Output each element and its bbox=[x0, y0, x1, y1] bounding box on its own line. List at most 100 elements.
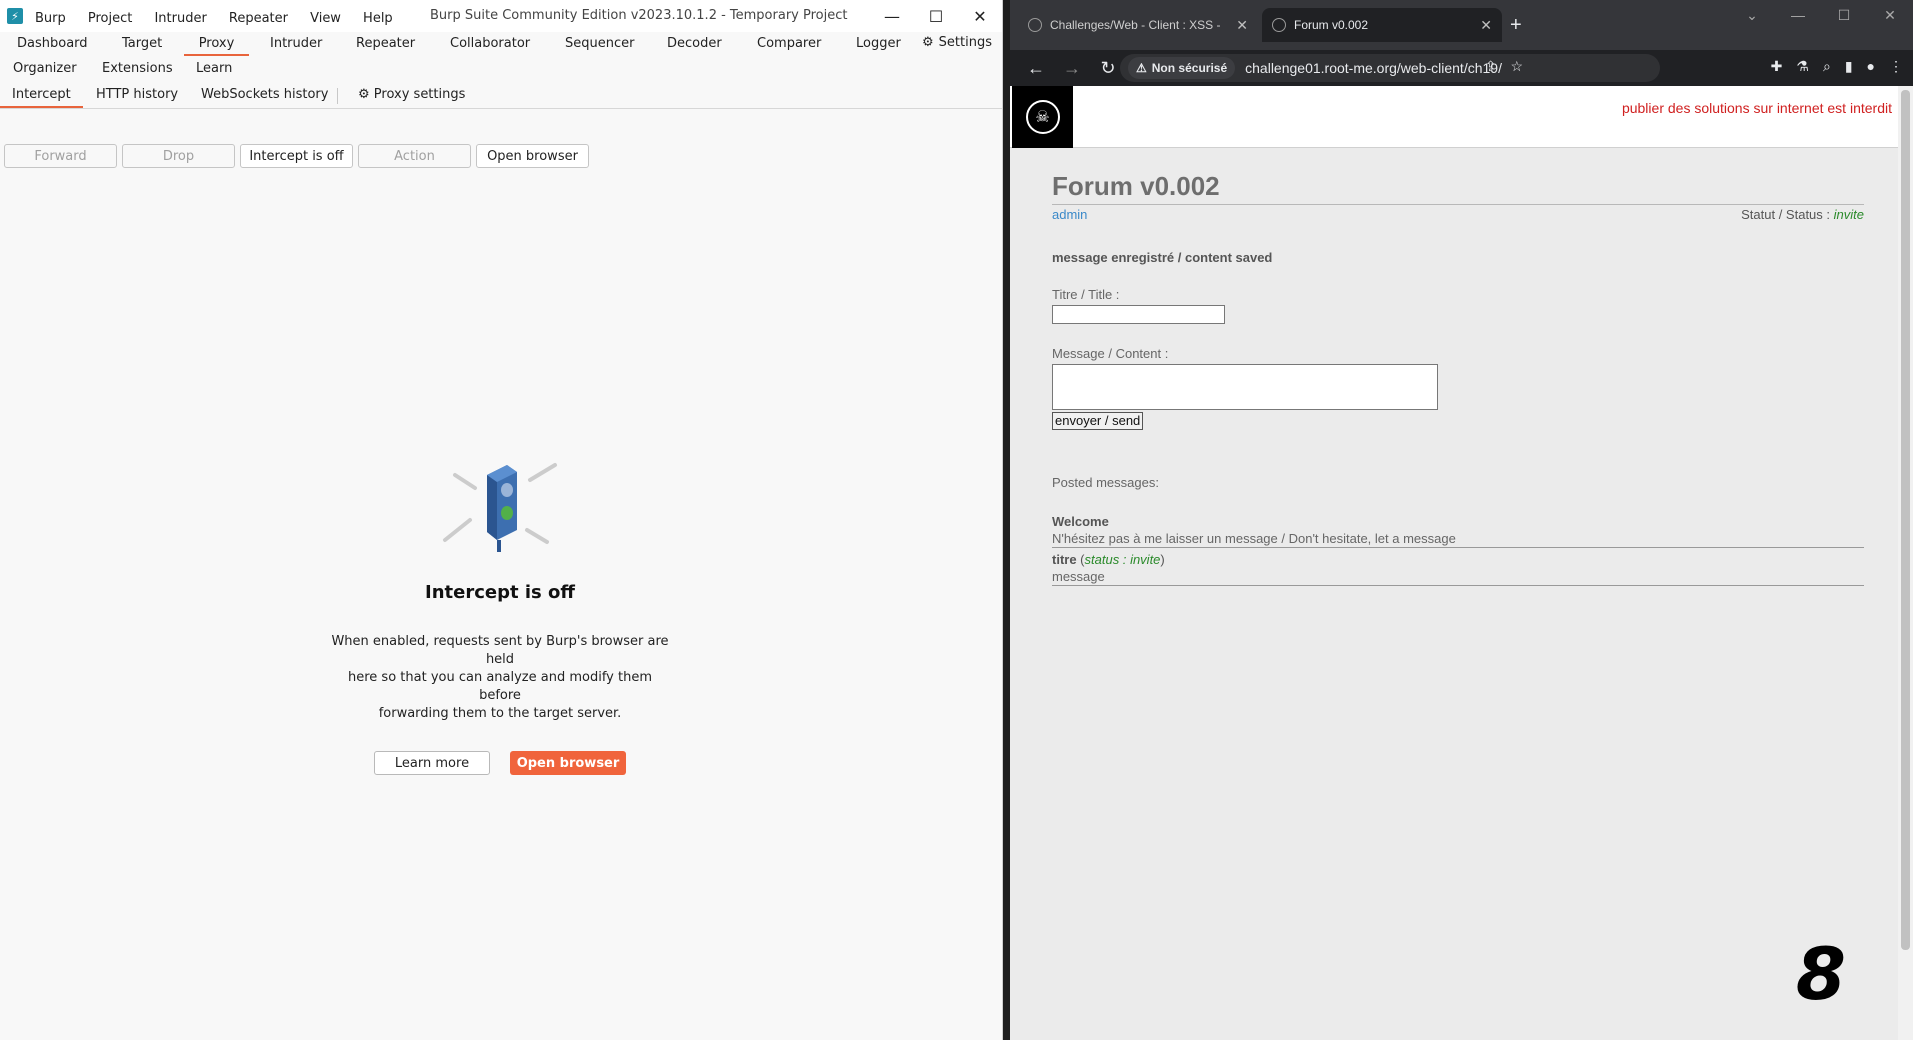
tab-dashboard[interactable]: Dashboard bbox=[17, 32, 88, 56]
extensions-icon[interactable]: ✚ bbox=[1771, 58, 1783, 75]
empty-actions: Learn more Open browser bbox=[300, 751, 700, 775]
burp-titlebar: ⚡ Burp Project Intruder Repeater View He… bbox=[0, 0, 1002, 32]
open-browser-button[interactable]: Open browser bbox=[476, 144, 589, 168]
proxy-settings-button[interactable]: ⚙ Proxy settings bbox=[346, 86, 477, 108]
browser-tab-forum[interactable]: Forum v0.002 ✕ bbox=[1262, 8, 1502, 42]
tab-learn[interactable]: Learn bbox=[196, 57, 232, 81]
address-bar[interactable]: ⚠ Non sécurisé challenge01.root-me.org/w… bbox=[1120, 54, 1660, 82]
page-scrollbar[interactable] bbox=[1898, 86, 1913, 1040]
menu-burp[interactable]: Burp bbox=[35, 11, 66, 26]
scrollbar-thumb[interactable] bbox=[1901, 90, 1910, 950]
minimize-icon[interactable]: — bbox=[870, 0, 914, 32]
tab-repeater[interactable]: Repeater bbox=[356, 32, 415, 56]
post-body: message bbox=[1052, 569, 1864, 586]
tab-search-icon[interactable]: ⌄ bbox=[1729, 0, 1775, 30]
forward-icon[interactable]: → bbox=[1062, 58, 1082, 79]
tab-collaborator[interactable]: Collaborator bbox=[450, 32, 530, 56]
close-tab-icon[interactable]: ✕ bbox=[1236, 17, 1248, 34]
profile-icon[interactable]: ● bbox=[1867, 58, 1875, 75]
post-title-text: titre bbox=[1052, 552, 1077, 567]
insecure-label: Non sécurisé bbox=[1151, 61, 1228, 75]
proxy-subtabs: Intercept HTTP history WebSockets histor… bbox=[0, 82, 1002, 109]
share-icon[interactable]: ⇪ bbox=[1485, 58, 1497, 75]
bookmark-star-icon[interactable]: ☆ bbox=[1510, 58, 1523, 75]
menu-project[interactable]: Project bbox=[88, 11, 132, 26]
description-line: When enabled, requests sent by Burp's br… bbox=[331, 634, 669, 667]
main-tabs: Dashboard Target Proxy Intruder Repeater… bbox=[0, 32, 1002, 82]
close-tab-icon[interactable]: ✕ bbox=[1480, 17, 1492, 34]
close-icon[interactable]: ✕ bbox=[1867, 0, 1913, 30]
subtab-websockets-history[interactable]: WebSockets history bbox=[189, 86, 340, 108]
tab-sequencer[interactable]: Sequencer bbox=[565, 32, 634, 56]
menu-help[interactable]: Help bbox=[363, 11, 393, 26]
tab-comparer[interactable]: Comparer bbox=[757, 32, 821, 56]
empty-description: When enabled, requests sent by Burp's br… bbox=[330, 633, 670, 723]
post-body: N'hésitez pas à me laisser un message / … bbox=[1052, 531, 1864, 548]
back-icon[interactable]: ← bbox=[1026, 58, 1046, 79]
chrome-tabbar: Challenges/Web - Client : XSS - ✕ Forum … bbox=[1010, 0, 1913, 50]
menu-view[interactable]: View bbox=[310, 11, 341, 26]
tab-decoder[interactable]: Decoder bbox=[667, 32, 722, 56]
user-link[interactable]: admin bbox=[1052, 207, 1087, 222]
tab-organizer[interactable]: Organizer bbox=[13, 57, 77, 81]
settings-button[interactable]: ⚙ Settings bbox=[922, 35, 992, 50]
url-text[interactable]: challenge01.root-me.org/web-client/ch19/ bbox=[1245, 60, 1502, 76]
title-input[interactable] bbox=[1052, 305, 1225, 324]
security-chip[interactable]: ⚠ Non sécurisé bbox=[1128, 57, 1236, 79]
post-title: Welcome bbox=[1052, 514, 1109, 529]
site-warning: publier des solutions sur internet est i… bbox=[1621, 100, 1892, 116]
minimize-icon[interactable]: — bbox=[1775, 0, 1821, 30]
browser-actions: ✚ ⚗ ⌕ ▮ ● ⋮ bbox=[1771, 58, 1903, 75]
warning-icon: ⚠ bbox=[1136, 61, 1147, 75]
message-textarea[interactable] bbox=[1052, 364, 1438, 410]
menu-repeater[interactable]: Repeater bbox=[229, 11, 288, 26]
tab-proxy[interactable]: Proxy bbox=[184, 32, 249, 56]
burp-logo-icon: ⚡ bbox=[7, 8, 23, 24]
status-label: Statut / Status : bbox=[1741, 207, 1831, 222]
close-icon[interactable]: ✕ bbox=[958, 0, 1002, 32]
maximize-icon[interactable]: ☐ bbox=[914, 0, 958, 32]
posted-label: Posted messages: bbox=[1052, 475, 1159, 490]
post-status-prefix: status : bbox=[1084, 552, 1127, 567]
action-button[interactable]: Action bbox=[358, 144, 471, 168]
new-tab-icon[interactable]: + bbox=[1510, 14, 1522, 37]
gear-icon: ⚙ bbox=[922, 35, 934, 50]
drop-button[interactable]: Drop bbox=[122, 144, 235, 168]
intercept-toggle-button[interactable]: Intercept is off bbox=[240, 144, 353, 168]
chrome-toolbar: ← → ↻ ⚠ Non sécurisé challenge01.root-me… bbox=[1010, 50, 1913, 86]
tab-extensions[interactable]: Extensions bbox=[102, 57, 173, 81]
send-button[interactable]: envoyer / send bbox=[1052, 412, 1144, 430]
side-panel-icon[interactable]: ▮ bbox=[1845, 58, 1853, 75]
labs-icon[interactable]: ⚗ bbox=[1796, 58, 1809, 75]
tab-target[interactable]: Target bbox=[122, 32, 162, 56]
tab-intruder[interactable]: Intruder bbox=[270, 32, 322, 56]
learn-more-button[interactable]: Learn more bbox=[374, 751, 490, 775]
window-title: Burp Suite Community Edition v2023.10.1.… bbox=[430, 8, 848, 23]
omnibox-actions: ⇪ ☆ bbox=[1485, 58, 1523, 75]
status: Statut / Status : invite bbox=[1741, 207, 1864, 222]
description-line: forwarding them to the target server. bbox=[378, 706, 622, 721]
favicon-icon bbox=[1028, 18, 1042, 32]
subtab-intercept[interactable]: Intercept bbox=[0, 86, 83, 108]
subtab-http-history[interactable]: HTTP history bbox=[84, 86, 190, 108]
traffic-light-icon bbox=[443, 463, 557, 552]
menu-intruder[interactable]: Intruder bbox=[154, 11, 206, 26]
chrome-window: Challenges/Web - Client : XSS - ✕ Forum … bbox=[1010, 0, 1913, 1040]
globe-icon bbox=[1272, 18, 1286, 32]
page-content: ☠ publier des solutions sur internet est… bbox=[1010, 86, 1898, 1040]
tab-logger[interactable]: Logger bbox=[856, 32, 901, 56]
menu-icon[interactable]: ⋮ bbox=[1889, 58, 1903, 75]
tab-title: Challenges/Web - Client : XSS - bbox=[1050, 18, 1221, 32]
search-icon[interactable]: ⌕ bbox=[1823, 58, 1831, 75]
forward-button[interactable]: Forward bbox=[4, 144, 117, 168]
title-label: Titre / Title : bbox=[1052, 287, 1120, 302]
browser-tab-challenges[interactable]: Challenges/Web - Client : XSS - ✕ bbox=[1018, 8, 1258, 42]
empty-heading: Intercept is off bbox=[425, 582, 575, 603]
chrome-window-controls: ⌄ — ☐ ✕ bbox=[1729, 0, 1913, 30]
open-browser-primary-button[interactable]: Open browser bbox=[510, 751, 626, 775]
site-logo[interactable]: ☠ bbox=[1012, 86, 1073, 148]
description-line: here so that you can analyze and modify … bbox=[348, 670, 652, 703]
skull-logo-icon: ☠ bbox=[1025, 100, 1060, 134]
reload-icon[interactable]: ↻ bbox=[1098, 58, 1118, 79]
maximize-icon[interactable]: ☐ bbox=[1821, 0, 1867, 30]
